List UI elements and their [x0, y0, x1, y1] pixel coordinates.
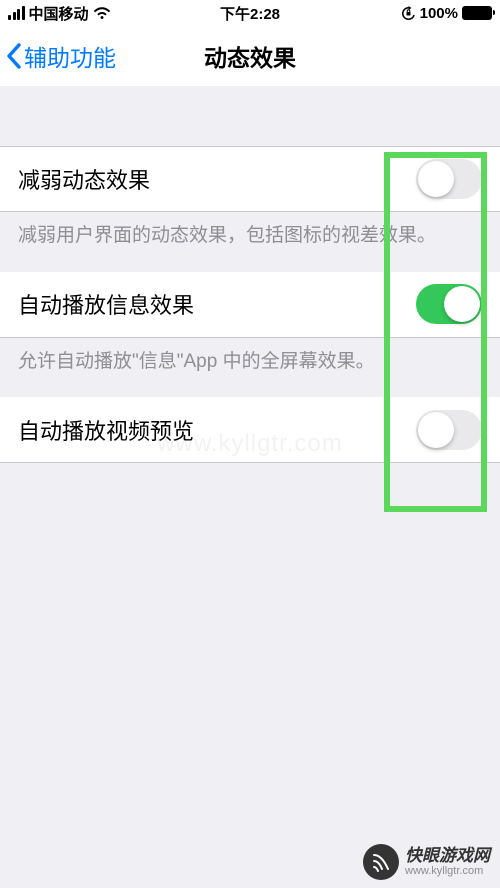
page-title: 动态效果 [204, 39, 296, 73]
cell-reduce-motion: 减弱动态效果 [0, 146, 500, 212]
wifi-icon [93, 6, 111, 20]
nav-bar: 辅助功能 动态效果 [0, 26, 500, 86]
back-button[interactable]: 辅助功能 [0, 39, 116, 73]
cell-autoplay-message-effects: 自动播放信息效果 [0, 272, 500, 338]
orientation-lock-icon [401, 6, 416, 21]
source-watermark: 快眼游戏网 www.kyllgtr.com [363, 844, 490, 880]
battery-percent: 100% [420, 5, 458, 22]
toggle-reduce-motion[interactable] [416, 159, 482, 199]
watermark-title: 快眼游戏网 [405, 847, 490, 864]
toggle-autoplay-message-effects[interactable] [416, 284, 482, 324]
watermark-logo-icon [363, 844, 399, 880]
cell-label-reduce-motion: 减弱动态效果 [18, 163, 150, 195]
cellular-signal-icon [8, 6, 25, 20]
settings-list: 减弱动态效果 减弱用户界面的动态效果，包括图标的视差效果。 自动播放信息效果 允… [0, 86, 500, 463]
chevron-left-icon [6, 43, 22, 69]
status-bar: 中国移动 下午2:28 100% [0, 0, 500, 26]
status-left: 中国移动 [8, 3, 111, 24]
cell-autoplay-video-previews: 自动播放视频预览 [0, 397, 500, 463]
cell-label-autoplay-video-previews: 自动播放视频预览 [18, 414, 194, 446]
battery-icon [462, 6, 492, 20]
toggle-autoplay-video-previews[interactable] [416, 410, 482, 450]
status-time: 下午2:28 [220, 3, 280, 24]
back-label: 辅助功能 [24, 39, 116, 73]
carrier-label: 中国移动 [29, 3, 89, 24]
footer-autoplay-message-effects: 允许自动播放"信息"App 中的全屏幕效果。 [0, 338, 500, 398]
status-right: 100% [401, 5, 492, 22]
watermark-sub: www.kyllgtr.com [405, 866, 490, 877]
footer-reduce-motion: 减弱用户界面的动态效果，包括图标的视差效果。 [0, 212, 500, 272]
cell-label-autoplay-message-effects: 自动播放信息效果 [18, 288, 194, 320]
